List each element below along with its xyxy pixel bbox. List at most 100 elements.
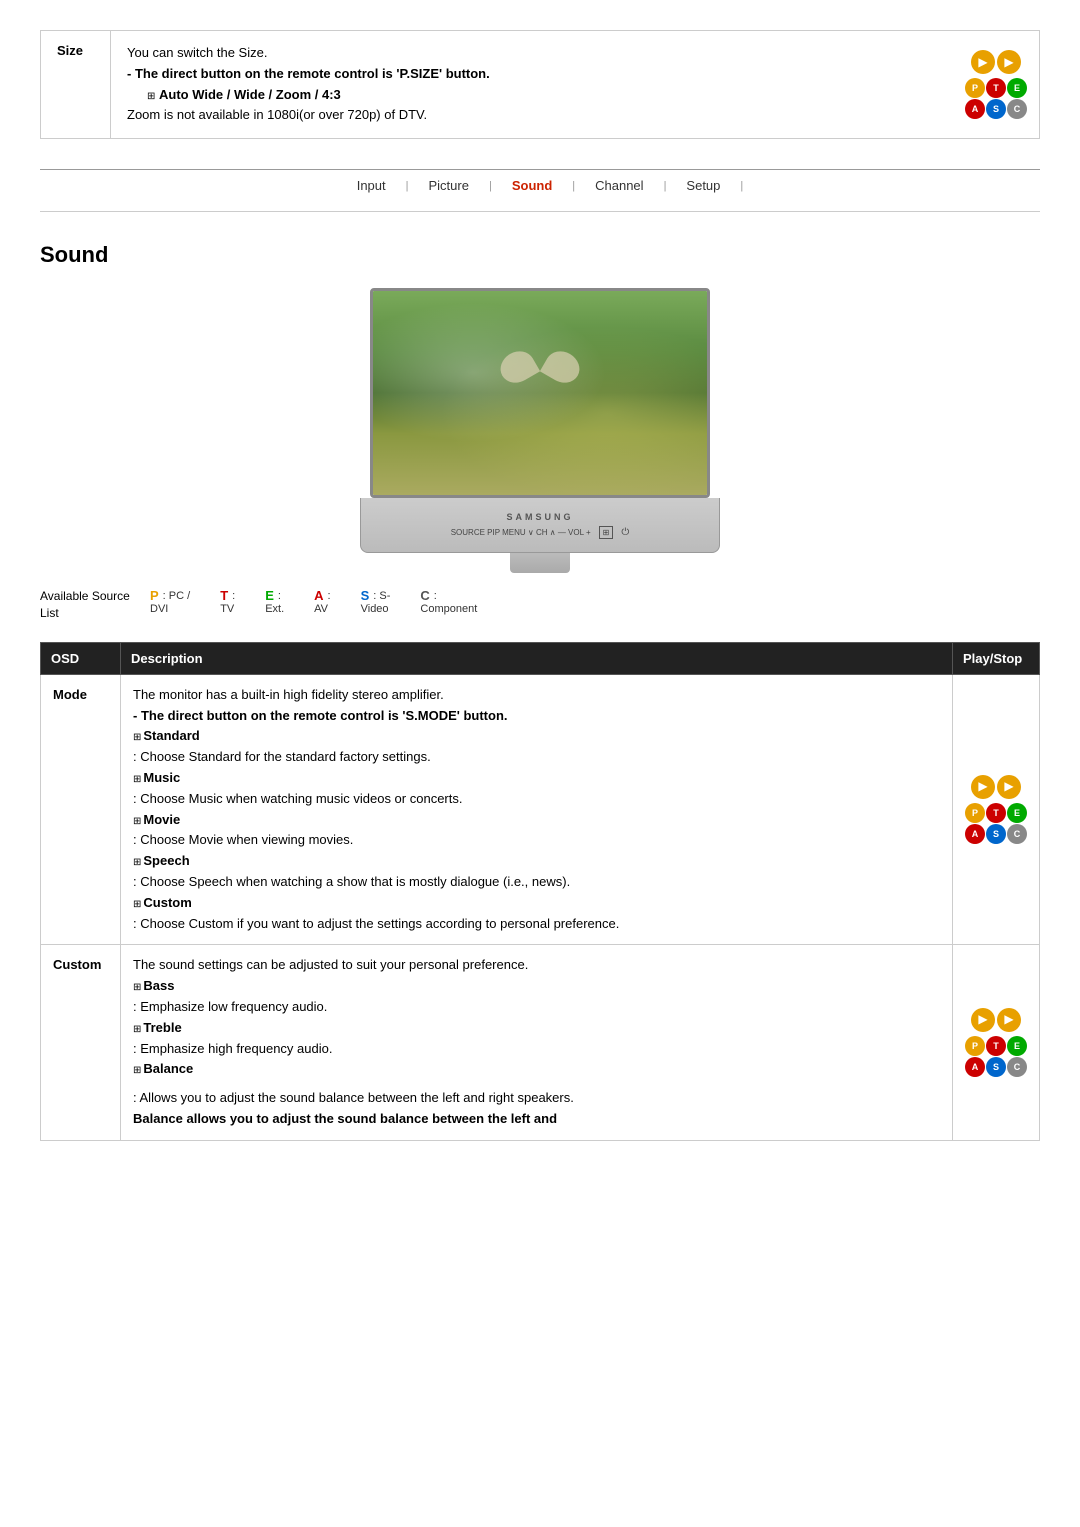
mode-standard-desc: : Choose Standard for the standard facto… <box>133 747 940 768</box>
m-badge-e: E <box>1007 803 1027 823</box>
source-t-line2: TV <box>220 603 234 615</box>
source-item-a: A : AV <box>314 588 330 615</box>
playstop-mode: ▶ ▶ P T E A S C <box>953 674 1040 945</box>
desc-mode: The monitor has a built-in high fidelity… <box>121 674 953 945</box>
play-icons-top: ▶ ▶ <box>965 50 1027 74</box>
table-row-mode: Mode The monitor has a built-in high fid… <box>41 674 1040 945</box>
badge-c: C <box>1007 99 1027 119</box>
mode-custom-desc: : Choose Custom if you want to adjust th… <box>133 914 940 935</box>
play-btn-custom-1: ▶ <box>971 1008 995 1032</box>
play-btn-mode-2: ▶ <box>997 775 1021 799</box>
badge-t-src: T <box>220 588 228 603</box>
source-e-line1: : <box>278 590 281 602</box>
source-icons-row: P : PC / DVI T : TV E : Ext. A : AV <box>150 588 477 615</box>
nav-item-channel[interactable]: Channel <box>575 170 663 201</box>
play-btn-2: ▶ <box>997 50 1021 74</box>
m-badge-t: T <box>986 803 1006 823</box>
play-btn-custom-2: ▶ <box>997 1008 1021 1032</box>
mode-movie-desc: : Choose Movie when viewing movies. <box>133 830 940 851</box>
tv-image: SAMSUNG SOURCE PIP MENU ∨ CH ∧ — VOL + ⊞… <box>355 288 725 568</box>
playstop-custom: ▶ ▶ P T E A S C <box>953 945 1040 1140</box>
mode-music-desc: : Choose Music when watching music video… <box>133 789 940 810</box>
source-a-line1: : <box>328 590 331 602</box>
size-label: Size <box>41 31 111 138</box>
badge-s-src: S <box>361 588 370 603</box>
nav-item-input[interactable]: Input <box>337 170 406 201</box>
mode-line2: - The direct button on the remote contro… <box>133 706 940 727</box>
size-info-box: Size You can switch the Size. - The dire… <box>40 30 1040 139</box>
mode-standard: ⊞Standard <box>133 726 940 747</box>
size-line4: Zoom is not available in 1080i(or over 7… <box>127 105 937 126</box>
custom-treble: ⊞Treble <box>133 1018 940 1039</box>
nav-item-sound[interactable]: Sound <box>492 170 572 201</box>
tv-controls: SOURCE PIP MENU ∨ CH ∧ — VOL + ⊞ ⏻ <box>451 526 630 539</box>
th-description: Description <box>121 642 953 674</box>
badge-a: A <box>965 99 985 119</box>
source-item-e: E : Ext. <box>265 588 284 615</box>
mode-music: ⊞Music <box>133 768 940 789</box>
source-s-line2: Video <box>361 603 389 615</box>
m-badge-p: P <box>965 803 985 823</box>
play-btn-1: ▶ <box>971 50 995 74</box>
custom-balance-blank <box>133 1080 940 1088</box>
nav-item-picture[interactable]: Picture <box>409 170 489 201</box>
tv-body: SAMSUNG SOURCE PIP MENU ∨ CH ∧ — VOL + ⊞… <box>360 498 720 553</box>
size-line3: ⊞ Auto Wide / Wide / Zoom / 4:3 <box>127 85 937 106</box>
source-e-line2: Ext. <box>265 603 284 615</box>
pteasc-custom: P T E A S C <box>965 1036 1027 1077</box>
m-badge-c: C <box>1007 824 1027 844</box>
table-row-custom: Custom The sound settings can be adjuste… <box>41 945 1040 1140</box>
mode-movie: ⊞Movie <box>133 810 940 831</box>
tv-screen <box>370 288 710 498</box>
source-item-c: C : Component <box>420 588 477 615</box>
th-osd: OSD <box>41 642 121 674</box>
nav-bar: Input | Picture | Sound | Channel | Setu… <box>40 169 1040 201</box>
custom-treble-desc: : Emphasize high frequency audio. <box>133 1039 940 1060</box>
mode-line1: The monitor has a built-in high fidelity… <box>133 685 940 706</box>
mode-speech: ⊞Speech <box>133 851 940 872</box>
c-badge-p: P <box>965 1036 985 1056</box>
c-badge-e: E <box>1007 1036 1027 1056</box>
custom-extra2: Balance allows you to adjust the sound b… <box>133 1109 940 1130</box>
pteasc-badge-top: P T E A S C <box>965 78 1027 119</box>
mode-custom: ⊞Custom <box>133 893 940 914</box>
tv-brand: SAMSUNG <box>506 512 573 522</box>
custom-bass: ⊞Bass <box>133 976 940 997</box>
pteasc-mode: P T E A S C <box>965 803 1027 844</box>
size-pteasc: ▶ ▶ P T E A S C <box>953 31 1039 138</box>
source-p-line2: DVI <box>150 603 168 615</box>
custom-line1: The sound settings can be adjusted to su… <box>133 955 940 976</box>
play-icons-custom: ▶ ▶ <box>965 1008 1027 1032</box>
source-a-line2: AV <box>314 603 328 615</box>
nav-container: Input | Picture | Sound | Channel | Setu… <box>40 159 1040 211</box>
custom-bass-desc: : Emphasize low frequency audio. <box>133 997 940 1018</box>
source-c-line1: : <box>434 590 437 602</box>
badge-s: S <box>986 99 1006 119</box>
available-source-row: Available Source List P : PC / DVI T : T… <box>40 588 1040 622</box>
divider <box>40 211 1040 212</box>
play-btn-mode-1: ▶ <box>971 775 995 799</box>
page-title: Sound <box>40 242 1040 268</box>
desc-custom: The sound settings can be adjusted to su… <box>121 945 953 1140</box>
c-badge-s: S <box>986 1057 1006 1077</box>
th-playstop: Play/Stop <box>953 642 1040 674</box>
source-p-line1: : PC / <box>163 590 191 602</box>
mode-speech-desc: : Choose Speech when watching a show tha… <box>133 872 940 893</box>
custom-balance: ⊞Balance <box>133 1059 940 1080</box>
tv-screen-img <box>373 291 707 495</box>
c-badge-c: C <box>1007 1057 1027 1077</box>
source-s-line1: : S- <box>373 590 390 602</box>
c-badge-a: A <box>965 1057 985 1077</box>
source-item-t: T : TV <box>220 588 235 615</box>
c-badge-t: T <box>986 1036 1006 1056</box>
source-item-s: S : S- Video <box>361 588 391 615</box>
badge-t: T <box>986 78 1006 98</box>
badge-p-src: P <box>150 588 159 603</box>
size-line1: You can switch the Size. <box>127 43 937 64</box>
size-line2: - The direct button on the remote contro… <box>127 64 937 85</box>
nav-item-setup[interactable]: Setup <box>666 170 740 201</box>
source-t-line1: : <box>232 590 235 602</box>
butterfly-graphic <box>500 352 580 402</box>
play-icons-mode: ▶ ▶ <box>965 775 1027 799</box>
badge-c-src: C <box>420 588 429 603</box>
